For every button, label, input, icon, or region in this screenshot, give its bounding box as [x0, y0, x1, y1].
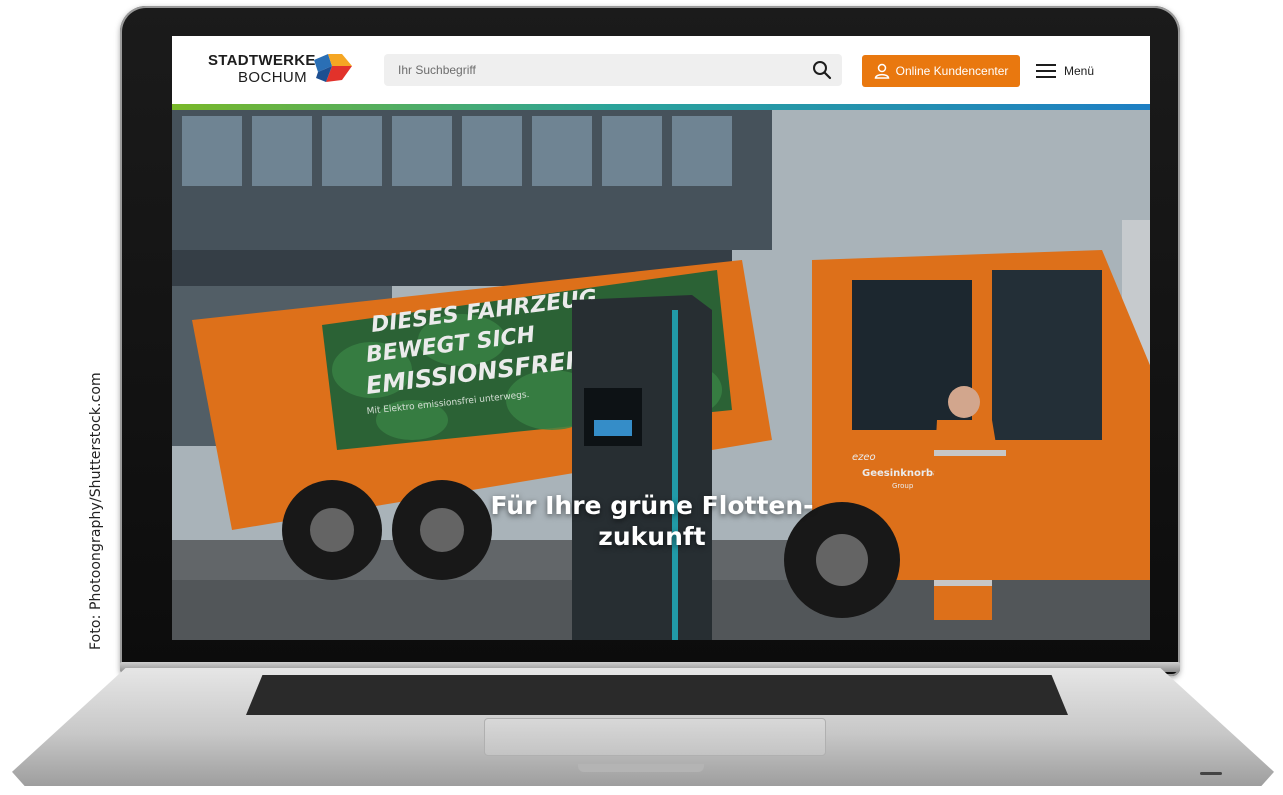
hamburger-icon	[1036, 64, 1056, 78]
menu-button[interactable]: Menü	[1036, 60, 1094, 82]
hero-image: DIESES FAHRZEUG BEWEGT SICH EMISSIONSFRE…	[172, 110, 1150, 640]
online-kundencenter-button[interactable]: Online Kundencenter	[862, 55, 1020, 87]
stadtwerke-logo-mark-icon	[314, 54, 352, 82]
menu-label: Menü	[1064, 64, 1095, 78]
laptop-notch	[578, 764, 704, 772]
hero-banner: DIESES FAHRZEUG BEWEGT SICH EMISSIONSFRE…	[172, 110, 1150, 640]
site-header: STADTWERKE BOCHUM Ihr Suchbegriff Online…	[172, 36, 1150, 104]
hero-title-line1: Für Ihre grüne Flotten-	[490, 491, 814, 520]
user-icon	[874, 63, 889, 79]
laptop-trackpad	[484, 718, 826, 756]
search-icon[interactable]	[812, 60, 832, 80]
laptop-keyboard	[246, 675, 1068, 715]
laptop-status-led	[1200, 772, 1222, 775]
logo-text-stadtwerke: STADTWERKE	[208, 52, 316, 69]
stage: Foto: Photoongraphy/Shutterstock.com STA…	[0, 0, 1283, 795]
hero-title: Für Ihre grüne Flotten- zukunft	[472, 490, 832, 552]
search-input[interactable]	[384, 54, 804, 86]
online-kundencenter-label: Online Kundencenter	[895, 64, 1009, 78]
search-bar	[384, 54, 842, 86]
photo-credit: Foto: Photoongraphy/Shutterstock.com	[88, 372, 104, 650]
stadtwerke-logo[interactable]: STADTWERKE BOCHUM	[208, 50, 358, 90]
laptop-screen: STADTWERKE BOCHUM Ihr Suchbegriff Online…	[172, 36, 1150, 640]
logo-text-bochum: BOCHUM	[238, 69, 308, 86]
hero-title-line2: zukunft	[598, 522, 706, 551]
